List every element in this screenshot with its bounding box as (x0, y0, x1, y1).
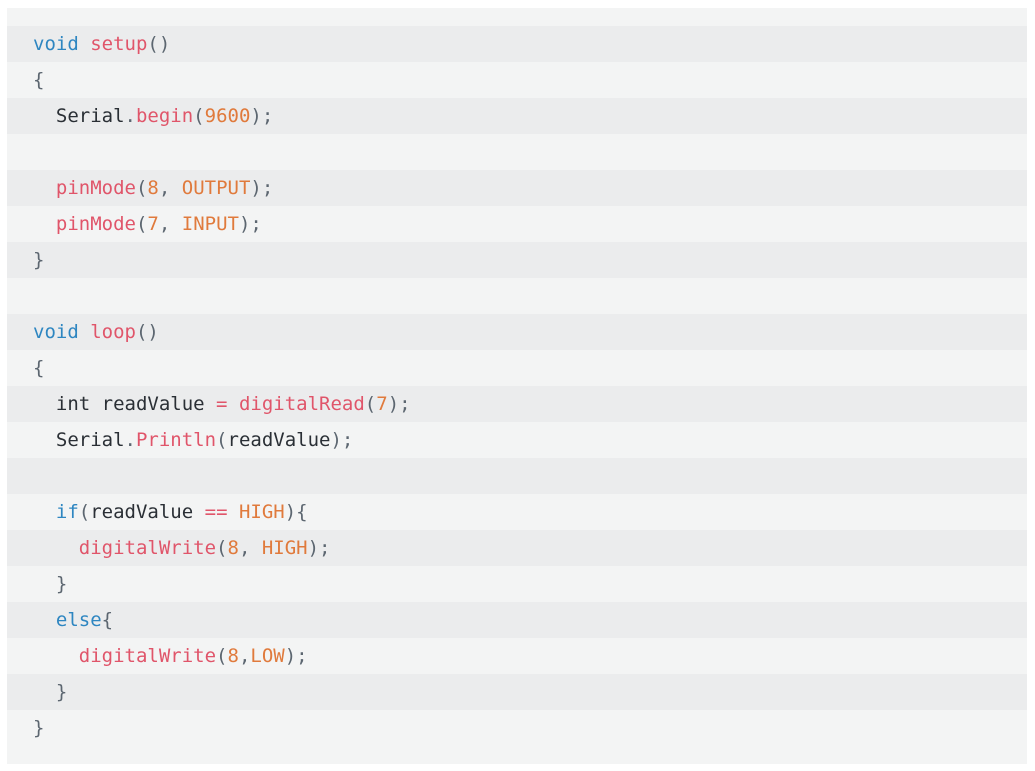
code-token: pinMode (55, 213, 136, 235)
code-token: HIGH (261, 537, 308, 559)
code-token: } (55, 573, 68, 595)
code-line: } (7, 710, 1027, 746)
code-token: OUTPUT (181, 177, 251, 199)
code-token: == (204, 501, 228, 523)
code-token: readValue (227, 429, 331, 451)
code-token: digitalWrite (78, 645, 217, 667)
code-token: . (124, 105, 136, 127)
code-token: 8 (147, 177, 159, 199)
code-token: ( (78, 501, 91, 523)
code-line: int readValue = digitalRead(7); (7, 386, 1027, 422)
code-token: ); (250, 177, 274, 199)
code-token: ); (250, 105, 274, 127)
code-token: LOW (250, 645, 285, 667)
code-line (7, 458, 1027, 494)
code-line: } (7, 674, 1027, 710)
code-token: ); (387, 393, 411, 415)
code-token: 8 (227, 645, 239, 667)
code-line: { (7, 350, 1027, 386)
code-token: ); (307, 537, 331, 559)
code-token: else (55, 609, 102, 631)
code-token: () (147, 33, 171, 55)
code-token: int readValue (33, 393, 217, 415)
code-token: 9600 (204, 105, 251, 127)
code-line: pinMode(8, OUTPUT); (7, 170, 1027, 206)
code-line: Serial.begin(9600); (7, 98, 1027, 134)
code-token: ( (216, 645, 228, 667)
code-token: INPUT (181, 213, 239, 235)
code-token: { (101, 609, 114, 631)
code-token: ){ (284, 501, 308, 523)
code-token: pinMode (55, 177, 136, 199)
code-token: begin (135, 105, 194, 127)
code-token: ( (216, 537, 228, 559)
code-token: loop (90, 321, 136, 343)
code-token: HIGH (238, 501, 285, 523)
code-block: void setup(){ Serial.begin(9600); pinMod… (7, 8, 1027, 764)
code-line: void loop() (7, 314, 1027, 350)
code-token: , (238, 645, 251, 667)
code-line (7, 134, 1027, 170)
code-token: } (55, 681, 68, 703)
code-token: ( (135, 213, 148, 235)
code-token: setup (90, 33, 148, 55)
code-token: , (158, 213, 182, 235)
code-token: () (135, 321, 159, 343)
code-token: readValue (90, 501, 205, 523)
code-line: digitalWrite(8,LOW); (7, 638, 1027, 674)
code-token: 7 (376, 393, 388, 415)
code-line: void setup() (7, 26, 1027, 62)
code-token: ); (330, 429, 354, 451)
code-token: ); (284, 645, 308, 667)
code-token: . (124, 429, 136, 451)
code-line (7, 278, 1027, 314)
code-line: pinMode(7, INPUT); (7, 206, 1027, 242)
code-token: ( (364, 393, 377, 415)
code-token: = (216, 393, 228, 415)
code-token: Serial (33, 105, 125, 127)
code-line: } (7, 242, 1027, 278)
code-token: digitalRead (238, 393, 365, 415)
code-top-padding (7, 8, 1027, 26)
code-line: digitalWrite(8, HIGH); (7, 530, 1027, 566)
code-token: void (33, 33, 79, 55)
code-token: { (33, 357, 45, 379)
code-token: digitalWrite (78, 537, 217, 559)
code-token: } (33, 717, 45, 739)
code-token: Serial (33, 429, 125, 451)
code-line: else{ (7, 602, 1027, 638)
code-line: if(readValue == HIGH){ (7, 494, 1027, 530)
code-token: Println (135, 429, 217, 451)
code-lines: void setup(){ Serial.begin(9600); pinMod… (7, 26, 1027, 746)
code-token: 8 (227, 537, 239, 559)
code-token: , (158, 177, 182, 199)
code-token: if (55, 501, 79, 523)
code-token: ( (135, 177, 148, 199)
code-token: } (33, 249, 45, 271)
code-line: { (7, 62, 1027, 98)
code-token: 7 (147, 213, 159, 235)
code-token: ( (193, 105, 205, 127)
code-token: , (238, 537, 262, 559)
code-token: ); (238, 213, 262, 235)
code-line: Serial.Println(readValue); (7, 422, 1027, 458)
code-token: { (33, 69, 45, 91)
code-token: void (33, 321, 79, 343)
code-line: } (7, 566, 1027, 602)
code-token: ( (216, 429, 228, 451)
